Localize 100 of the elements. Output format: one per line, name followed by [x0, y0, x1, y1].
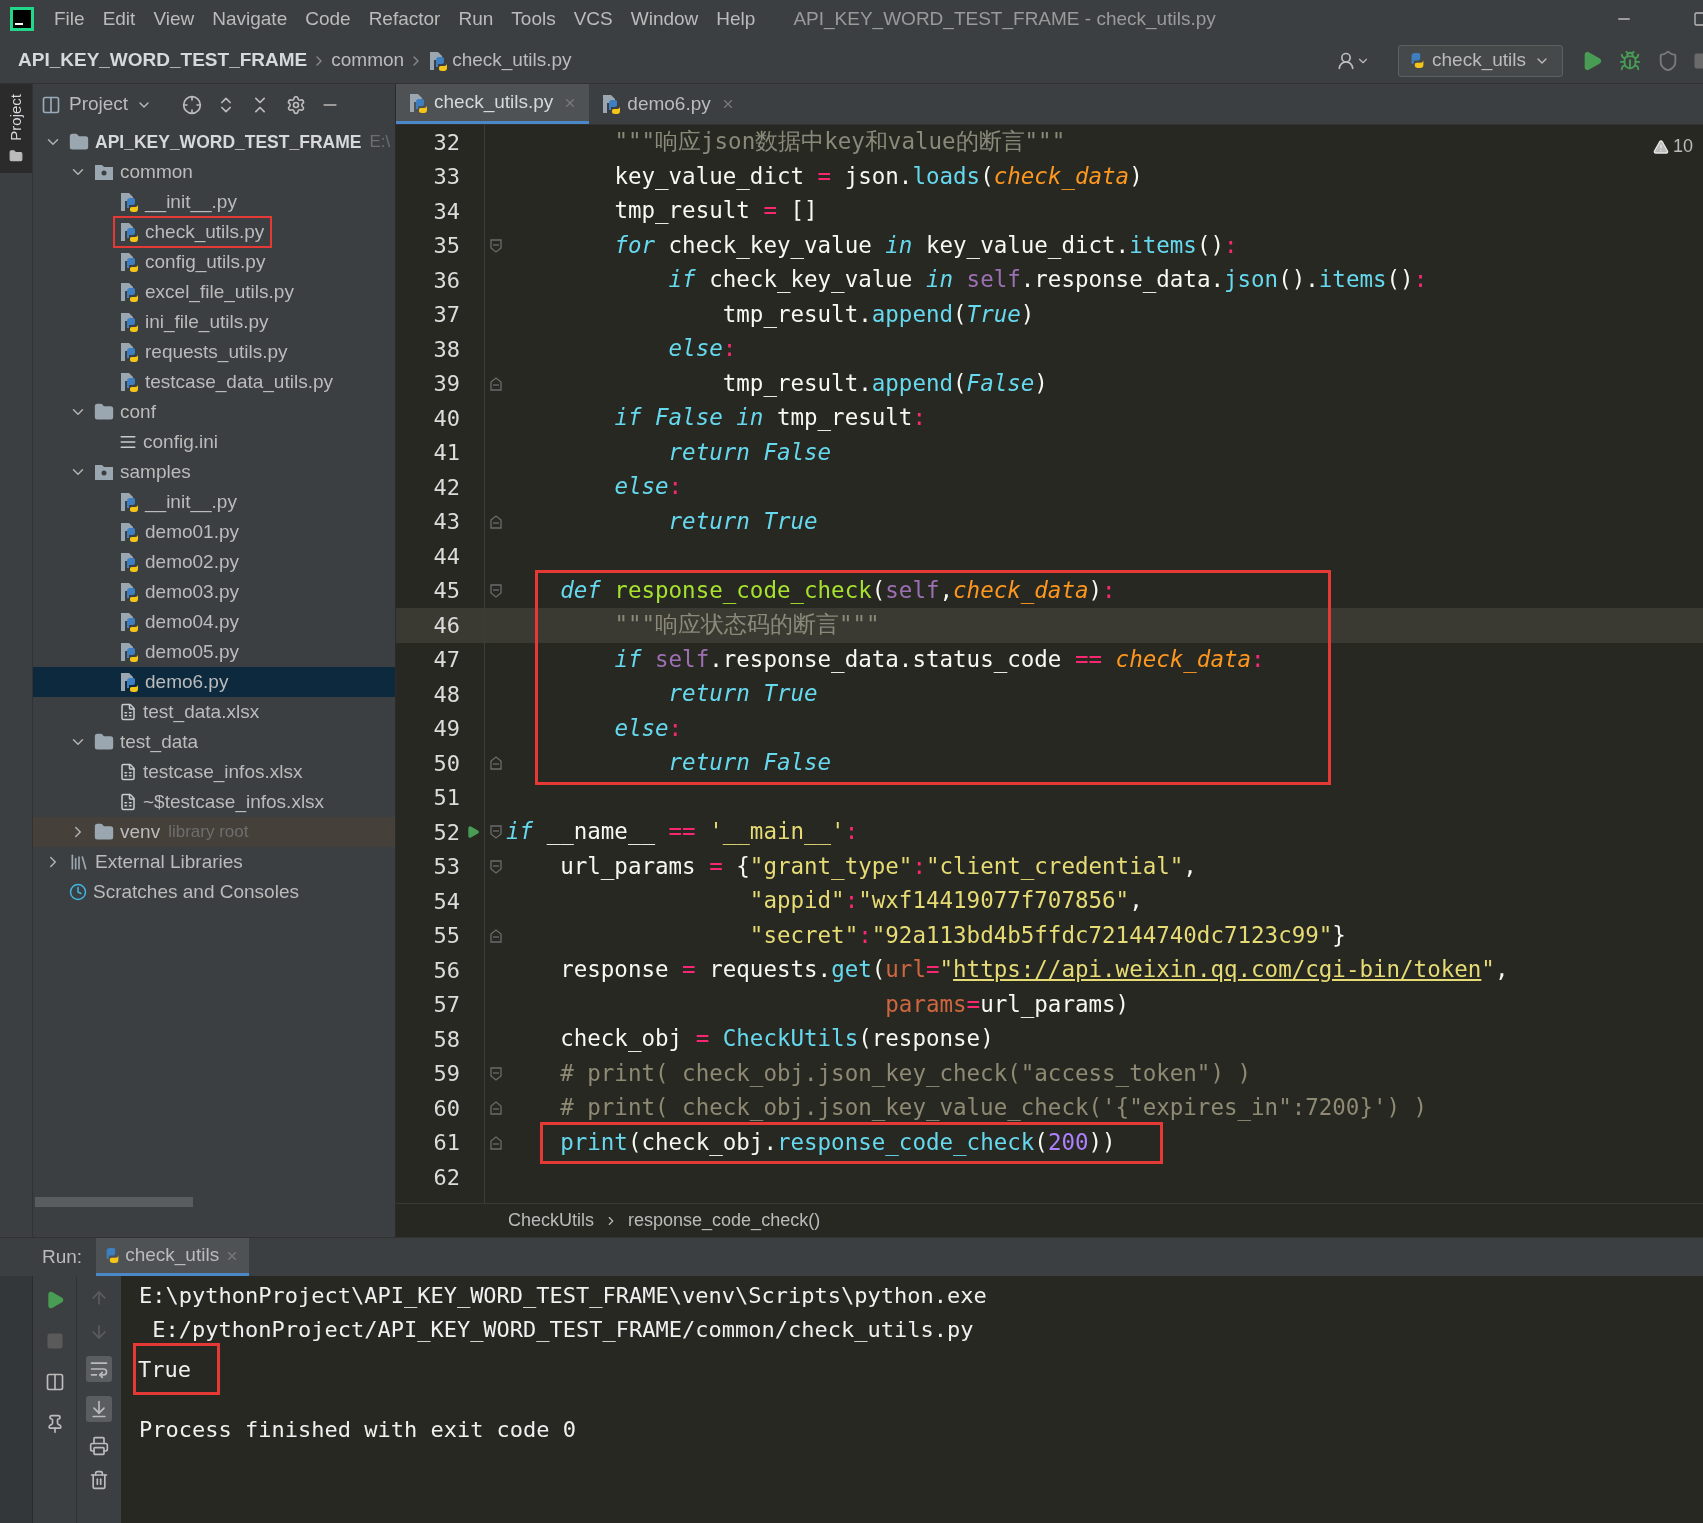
code-line: "secret":"92a113bd4b5ffdc72144740dc7123c99"} [749, 920, 1346, 950]
menu-item[interactable]: Tools [511, 4, 556, 34]
tree-item[interactable]: excel_file_utils.py [33, 277, 395, 307]
line-number: 43 [432, 508, 460, 537]
menu-item[interactable]: Refactor [368, 4, 441, 34]
tree-item[interactable]: testcase_infos.xlsx [33, 757, 395, 787]
editor-tab[interactable]: check_utils.py [396, 84, 590, 124]
folder-icon [9, 148, 23, 163]
tree-item-label: venv [120, 819, 161, 844]
window-title: API_KEY_WORD_TEST_FRAME - check_utils.py [793, 6, 1216, 32]
scroll-to-end-icon[interactable] [86, 1396, 112, 1422]
menu-item[interactable]: Help [716, 4, 756, 34]
line-number: 50 [432, 749, 460, 778]
breadcrumb-item[interactable]: API_KEY_WORD_TEST_FRAME [18, 46, 308, 75]
tree-item[interactable]: Scratches and Consoles [33, 877, 395, 907]
menu-item[interactable]: Edit [102, 4, 136, 34]
breadcrumb-item[interactable]: response_code_check() [628, 1207, 821, 1234]
side-tab[interactable]: Project [0, 84, 32, 173]
run-config-dropdown[interactable]: check_utils [1398, 44, 1563, 77]
tree-item[interactable]: config_utils.py [33, 247, 395, 277]
menu-item[interactable]: File [54, 4, 85, 34]
debug-icon[interactable] [1619, 49, 1641, 72]
tree-item[interactable]: test_data [33, 727, 395, 757]
tree-item[interactable]: test_data.xlsx [33, 697, 395, 727]
tree-item[interactable]: ~$testcase_infos.xlsx [33, 787, 395, 817]
code-line: def response_code_check(self,check_data): [560, 575, 1116, 606]
tree-item[interactable]: ini_file_utils.py [33, 307, 395, 337]
print-icon[interactable] [89, 1436, 109, 1456]
run-label: Run: [42, 1244, 83, 1269]
editor-tab[interactable]: demo6.py [589, 84, 747, 124]
menu-item[interactable]: View [153, 4, 195, 34]
python-file-icon [119, 642, 139, 662]
locate-icon[interactable] [182, 94, 203, 115]
run-tab[interactable]: check_utils [96, 1238, 250, 1276]
code-line: tmp_result.append(False) [722, 368, 1048, 399]
tree-item[interactable]: conf [33, 397, 395, 427]
soft-wrap-icon[interactable] [86, 1356, 112, 1382]
code-line: if check_key_value in self.response_data.json().items(): [668, 265, 1428, 295]
python-file-icon [119, 552, 139, 572]
line-number: 39 [432, 370, 460, 399]
layout-icon[interactable] [44, 1372, 65, 1392]
tree-item[interactable]: demo03.py [33, 577, 395, 607]
breadcrumb-item[interactable]: common [331, 46, 405, 75]
coverage-icon[interactable] [1657, 49, 1679, 72]
tree-item[interactable]: __init__.py [33, 487, 395, 517]
tree-item[interactable]: requests_utils.py [33, 337, 395, 367]
fold-marker-icon[interactable] [490, 1101, 502, 1116]
run-icon[interactable] [466, 825, 480, 840]
tree-item[interactable]: External Libraries [33, 847, 395, 877]
trash-icon[interactable] [89, 1470, 109, 1490]
menu-item[interactable]: VCS [573, 4, 613, 34]
tree-item[interactable]: demo6.py [33, 667, 395, 697]
python-file-icon [119, 342, 139, 362]
code-line: else: [614, 713, 683, 743]
settings-icon[interactable] [286, 94, 307, 115]
tree-item[interactable]: demo01.py [33, 517, 395, 547]
fold-marker-icon[interactable] [490, 514, 502, 529]
code-line: check_obj = CheckUtils(response) [560, 1024, 994, 1054]
fold-marker-icon[interactable] [490, 583, 502, 598]
line-number: 44 [432, 542, 460, 571]
tree-item[interactable]: demo02.py [33, 547, 395, 577]
scrollbar[interactable] [35, 1197, 193, 1207]
fold-marker-icon[interactable] [490, 825, 502, 840]
fold-marker-icon[interactable] [490, 376, 502, 391]
tree-item-label: External Libraries [95, 849, 243, 874]
account-button[interactable] [1336, 50, 1370, 71]
breadcrumb-item[interactable]: check_utils.py [452, 46, 572, 75]
tree-item[interactable]: demo04.py [33, 607, 395, 637]
fold-marker-icon[interactable] [490, 238, 502, 253]
fold-marker-icon[interactable] [490, 1135, 502, 1150]
warning-indicator[interactable]: 10 [1652, 133, 1693, 160]
line-number: 38 [432, 335, 460, 364]
tree-item[interactable]: config.ini [33, 427, 395, 457]
tree-item[interactable]: demo05.py [33, 637, 395, 667]
code-line: else: [668, 334, 737, 364]
tree-item[interactable]: check_utils.py [33, 217, 395, 247]
package-folder-icon [94, 463, 114, 481]
fold-marker-icon[interactable] [490, 1066, 502, 1081]
menu-item[interactable]: Code [305, 4, 351, 34]
line-number: 35 [432, 232, 460, 261]
tree-item-label: conf [120, 399, 156, 424]
python-file-icon [119, 282, 139, 302]
fold-marker-icon[interactable] [490, 756, 502, 771]
tree-item-label: config_utils.py [145, 249, 266, 275]
code-line: params=url_params) [885, 989, 1130, 1020]
panel-icon [41, 94, 61, 115]
tree-item[interactable]: testcase_data_utils.py [33, 367, 395, 397]
menu-item[interactable]: Window [630, 4, 699, 34]
breadcrumb-item[interactable]: CheckUtils [508, 1207, 595, 1234]
fold-marker-icon[interactable] [490, 859, 502, 874]
tree-item[interactable]: samples [33, 457, 395, 487]
python-file-icon [119, 582, 139, 602]
tree-item[interactable]: __init__.py [33, 187, 395, 217]
menu-item[interactable]: Navigate [212, 4, 288, 34]
fold-marker-icon[interactable] [490, 928, 502, 943]
menu-item[interactable]: Run [458, 4, 494, 34]
tree-item-label: demo02.py [145, 549, 239, 574]
panel-title[interactable]: Project [69, 90, 129, 119]
python-file-icon [119, 252, 139, 272]
tree-item[interactable]: common [33, 157, 395, 187]
